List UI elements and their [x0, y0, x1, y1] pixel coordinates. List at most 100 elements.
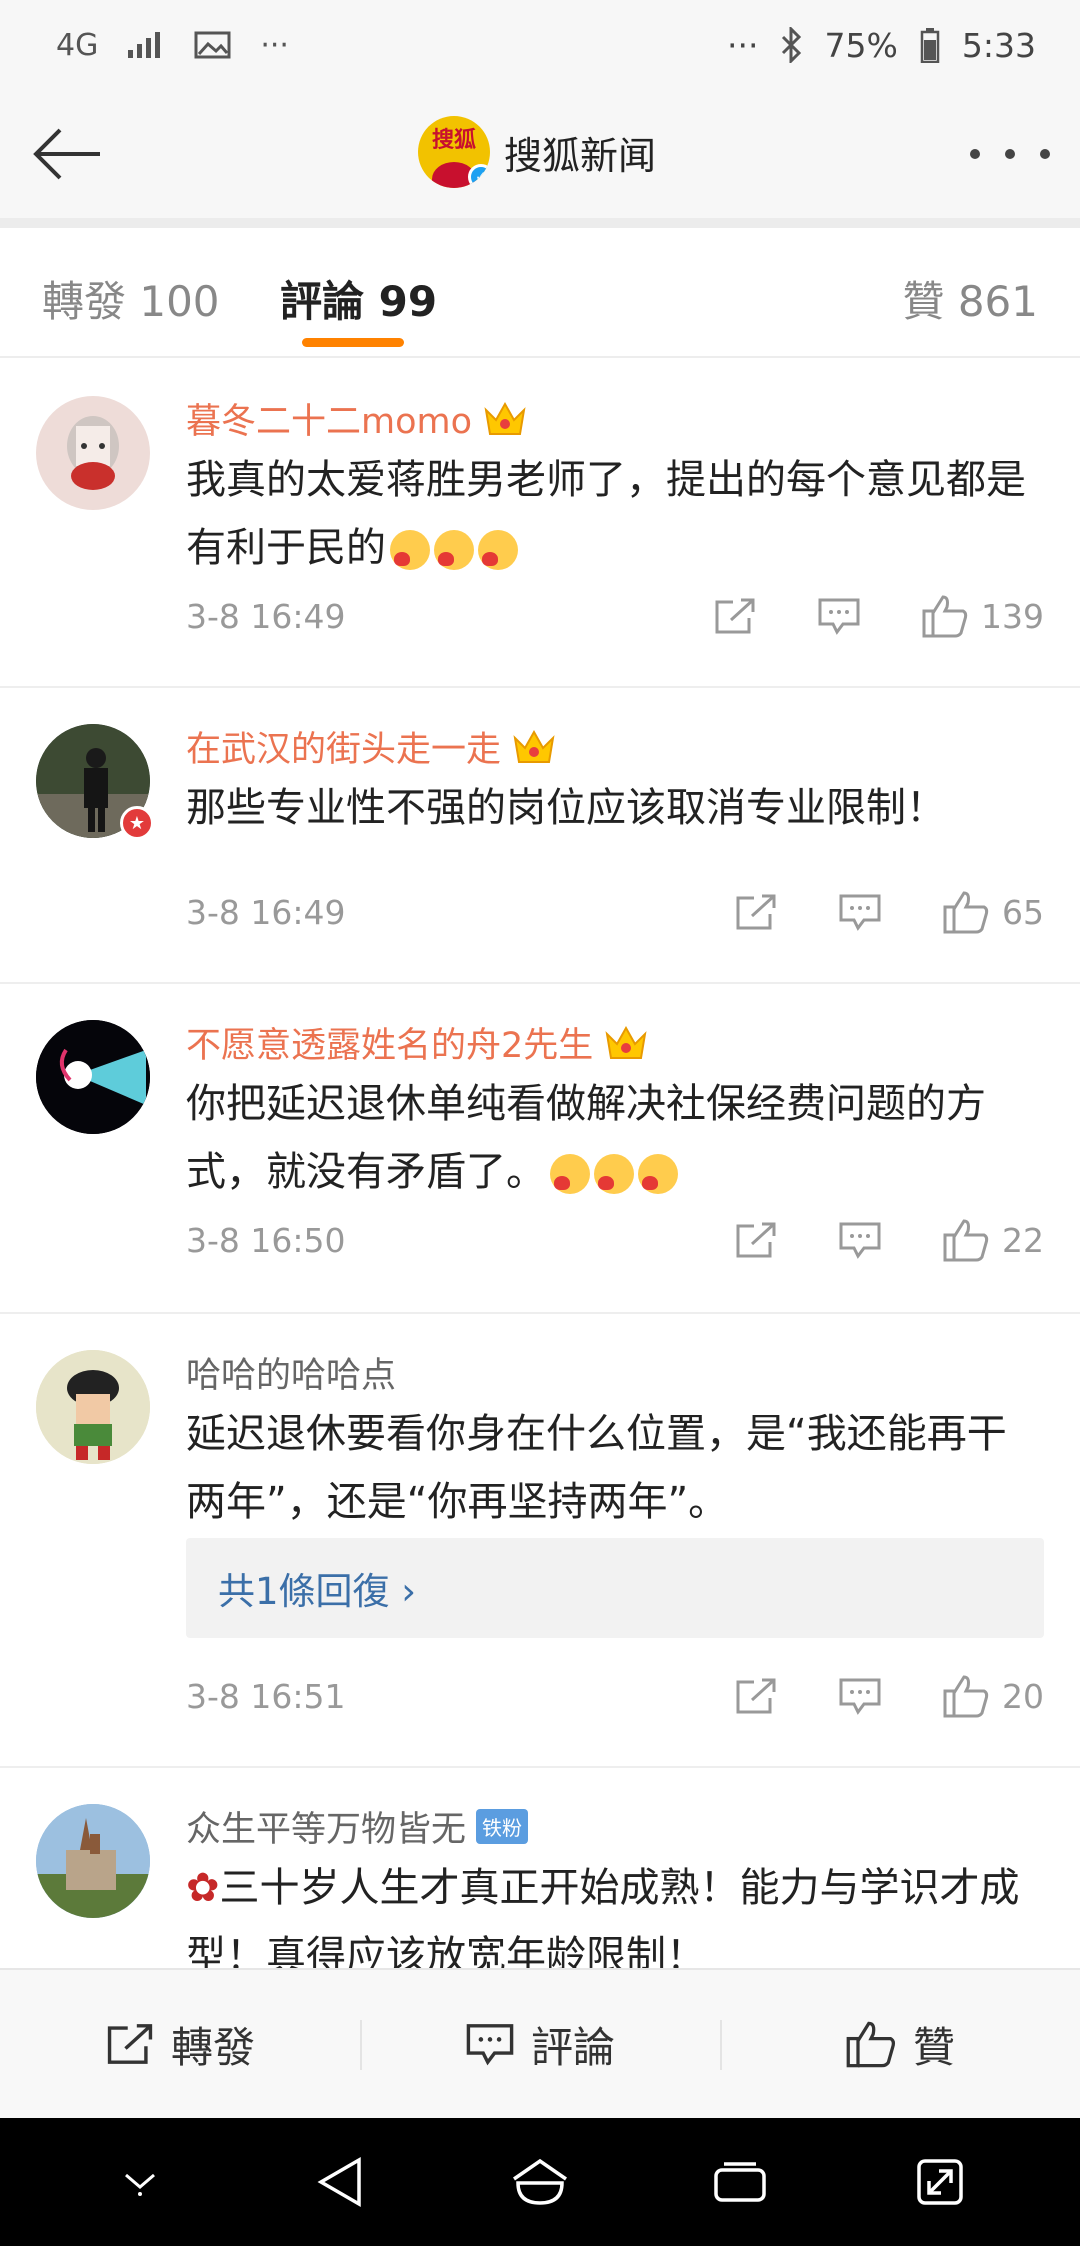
fan-badge: 铁粉 — [476, 1808, 529, 1844]
back-button[interactable] — [26, 114, 106, 194]
comment-author[interactable]: 哈哈的哈哈点 — [186, 1347, 396, 1398]
like-button[interactable]: 65 — [942, 889, 1044, 935]
hungry-emoji-icon — [638, 1154, 678, 1194]
signal-icon — [128, 32, 161, 58]
reply-button[interactable] — [817, 596, 861, 636]
share-icon — [736, 894, 776, 930]
page-title: 搜狐新闻 — [504, 133, 657, 178]
share-button[interactable] — [713, 596, 757, 636]
sohu-logo: 搜狐 ✓ — [418, 116, 490, 188]
expand-icon — [917, 2159, 963, 2205]
tab-likes[interactable]: 贊 861 — [902, 268, 1038, 329]
comment-icon — [839, 894, 881, 931]
header-divider — [0, 218, 1080, 228]
more-notifications: ··· — [260, 27, 289, 63]
vip-crown-icon — [484, 401, 526, 435]
network-indicator: 4G — [56, 27, 99, 63]
nav-hide-button[interactable] — [95, 2137, 185, 2227]
comment-time: 3-8 16:50 — [186, 1220, 346, 1260]
like-count: 22 — [1002, 1220, 1044, 1260]
member-badge-icon: ★ — [120, 806, 154, 840]
like-button[interactable]: 22 — [942, 1217, 1044, 1263]
hungry-emoji-icon — [594, 1154, 634, 1194]
comment-author[interactable]: 暮冬二十二momo — [186, 393, 472, 444]
like-label: 贊 — [912, 2022, 955, 2072]
kiss-emoji-icon — [478, 530, 518, 570]
status-bar: 4G ··· ··· 75% 5:33 — [0, 0, 1080, 90]
like-count: 139 — [981, 596, 1044, 636]
share-button[interactable] — [734, 892, 778, 932]
repost-label: 轉發 — [170, 2022, 255, 2072]
thumbs-up-icon — [943, 1219, 989, 1262]
avatar[interactable] — [36, 1804, 150, 1918]
home-icon — [513, 2158, 567, 2205]
comment-text: 那些专业性不强的岗位应该取消专业限制！ — [186, 785, 946, 831]
comment-label: 評論 — [530, 2022, 615, 2072]
like-button[interactable]: 139 — [921, 593, 1044, 639]
comment-author[interactable]: 在武汉的街头走一走 — [186, 721, 501, 772]
system-nav-bar — [0, 2118, 1080, 2246]
repost-button[interactable]: 轉發 — [0, 1970, 360, 2118]
comment-author[interactable]: 不愿意透露姓名的舟2先生 — [186, 1017, 593, 1068]
like-button[interactable]: 20 — [942, 1673, 1044, 1719]
comment-icon — [466, 2024, 514, 2066]
avatar[interactable] — [36, 1020, 150, 1134]
comment-item: ★ 在武汉的街头走一走 那些专业性不强的岗位应该取消专业限制！ 3-8 16:4… — [0, 688, 1080, 984]
kiss-emoji-icon — [434, 530, 474, 570]
comment-icon — [839, 1222, 881, 1259]
rose-icon: ✿ — [186, 1865, 220, 1911]
status-more: ··· — [727, 25, 759, 65]
like-count: 65 — [1002, 892, 1044, 932]
hungry-emoji-icon — [550, 1154, 590, 1194]
more-dot-icon — [970, 149, 980, 159]
title-bar: 搜狐 ✓ 搜狐新闻 — [0, 90, 1080, 218]
clock: 5:33 — [961, 25, 1036, 65]
nav-back-button[interactable] — [295, 2137, 385, 2227]
tab-comments[interactable]: 評論 99 — [280, 268, 437, 329]
reply-button[interactable] — [838, 1676, 882, 1716]
more-options-button[interactable] — [970, 130, 1050, 178]
nav-expand-button[interactable] — [895, 2137, 985, 2227]
battery-percent: 75% — [824, 25, 898, 65]
comment-time: 3-8 16:49 — [186, 892, 346, 932]
bluetooth-icon — [781, 27, 801, 63]
recents-icon — [714, 2162, 766, 2202]
back-triangle-icon — [317, 2156, 361, 2208]
thumbs-up-icon — [943, 891, 989, 934]
share-icon — [736, 1678, 776, 1714]
avatar[interactable] — [36, 396, 150, 510]
kiss-emoji-icon — [390, 530, 430, 570]
view-replies-button[interactable]: 共1條回復 › — [186, 1538, 1044, 1638]
share-icon — [107, 2024, 153, 2064]
thumbs-up-icon — [846, 2021, 895, 2068]
comment-text: 三十岁人生才真正开始成熟！能力与学识才成型！真得应该放宽年龄限制！ — [186, 1865, 1020, 1979]
reply-button[interactable] — [838, 892, 882, 932]
comment-author[interactable]: 众生平等万物皆无 — [186, 1801, 466, 1852]
bottom-action-bar: 轉發 評論 贊 — [0, 1968, 1080, 2118]
avatar[interactable] — [36, 1350, 150, 1464]
verified-icon: ✓ — [468, 164, 490, 188]
tab-repost[interactable]: 轉發 100 — [42, 268, 220, 329]
nav-recents-button[interactable] — [695, 2137, 785, 2227]
share-icon — [736, 1222, 776, 1258]
active-tab-indicator — [302, 338, 404, 347]
like-post-button[interactable]: 贊 — [720, 1970, 1080, 2118]
comment-icon — [818, 598, 860, 635]
nav-home-button[interactable] — [495, 2137, 585, 2227]
share-button[interactable] — [734, 1676, 778, 1716]
vip-crown-icon — [605, 1025, 647, 1059]
comment-time: 3-8 16:49 — [186, 596, 346, 636]
comment-item: 哈哈的哈哈点 延迟退休要看你身在什么位置，是“我还能再干两年”，还是“你再坚持两… — [0, 1314, 1080, 1768]
image-icon — [194, 31, 231, 59]
tab-bar: 轉發 100 評論 99 贊 861 — [0, 228, 1080, 358]
share-button[interactable] — [734, 1220, 778, 1260]
avatar[interactable]: ★ — [36, 724, 154, 840]
reply-button[interactable] — [838, 1220, 882, 1260]
share-icon — [715, 598, 755, 634]
comment-time: 3-8 16:51 — [186, 1676, 346, 1716]
comment-list: 暮冬二十二momo 我真的太爱蒋胜男老师了，提出的每个意见都是有利于民的 3-8… — [0, 360, 1080, 2068]
back-arrow-icon — [33, 128, 100, 180]
comment-button[interactable]: 評論 — [360, 1970, 720, 2118]
comment-text: 延迟退休要看你身在什么位置，是“我还能再干两年”，还是“你再坚持两年”。 — [186, 1411, 1007, 1525]
account-header[interactable]: 搜狐 ✓ 搜狐新闻 — [418, 116, 656, 188]
